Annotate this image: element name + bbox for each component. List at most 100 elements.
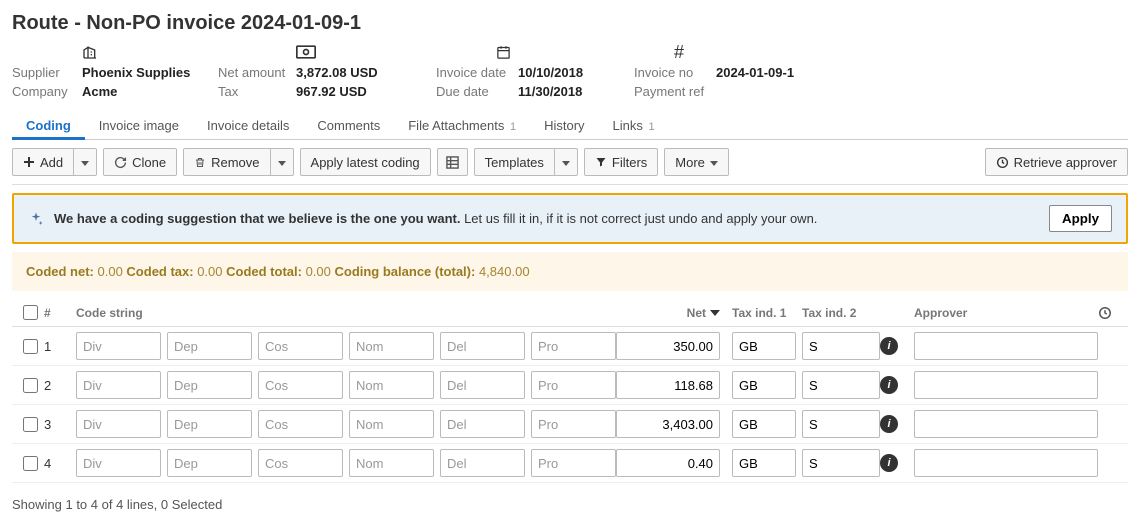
col-taxind1-header[interactable]: Tax ind. 1 xyxy=(726,306,796,320)
taxind2-input[interactable] xyxy=(802,332,880,360)
code-del-input[interactable] xyxy=(440,449,525,477)
code-dep-input[interactable] xyxy=(167,410,252,438)
tab-history[interactable]: History xyxy=(530,111,598,139)
code-nom-input[interactable] xyxy=(349,371,434,399)
company-label: Company xyxy=(12,82,82,101)
code-del-input[interactable] xyxy=(440,332,525,360)
table-row: 2i xyxy=(12,366,1128,405)
supplier-label: Supplier xyxy=(12,63,82,82)
code-nom-input[interactable] xyxy=(349,449,434,477)
info-icon[interactable]: i xyxy=(880,337,898,355)
add-dropdown[interactable] xyxy=(74,148,97,176)
info-icon[interactable]: i xyxy=(880,376,898,394)
code-del-input[interactable] xyxy=(440,371,525,399)
col-clock-header[interactable] xyxy=(1098,306,1124,320)
filters-button[interactable]: Filters xyxy=(584,148,658,176)
tab-file-attachments[interactable]: File Attachments 1 xyxy=(394,111,530,139)
code-pro-input[interactable] xyxy=(531,371,616,399)
col-net-header[interactable]: Net xyxy=(616,306,726,320)
row-number: 1 xyxy=(44,339,70,354)
tab-invoice-details[interactable]: Invoice details xyxy=(193,111,303,139)
col-num-header[interactable]: # xyxy=(44,306,70,320)
code-pro-input[interactable] xyxy=(531,410,616,438)
money-icon xyxy=(218,41,436,63)
code-dep-input[interactable] xyxy=(167,332,252,360)
code-div-input[interactable] xyxy=(76,332,161,360)
approver-input[interactable] xyxy=(914,371,1098,399)
code-pro-input[interactable] xyxy=(531,449,616,477)
row-checkbox[interactable] xyxy=(23,339,38,354)
taxind1-input[interactable] xyxy=(732,371,796,399)
code-cos-input[interactable] xyxy=(258,371,343,399)
net-input[interactable] xyxy=(616,449,720,477)
code-del-input[interactable] xyxy=(440,410,525,438)
info-icon[interactable]: i xyxy=(880,415,898,433)
remove-button[interactable]: Remove xyxy=(183,148,270,176)
tax-label: Tax xyxy=(218,82,296,101)
info-icon[interactable]: i xyxy=(880,454,898,472)
tab-links[interactable]: Links 1 xyxy=(599,111,669,139)
company-value: Acme xyxy=(82,82,117,101)
taxind2-input[interactable] xyxy=(802,410,880,438)
apply-latest-coding-button[interactable]: Apply latest coding xyxy=(300,148,431,176)
invoiceno-label: Invoice no xyxy=(634,63,716,82)
net-input[interactable] xyxy=(616,371,720,399)
row-number: 3 xyxy=(44,417,70,432)
tab-comments[interactable]: Comments xyxy=(303,111,394,139)
clock-icon xyxy=(996,156,1009,169)
code-div-input[interactable] xyxy=(76,449,161,477)
code-nom-input[interactable] xyxy=(349,332,434,360)
more-button[interactable]: More xyxy=(664,148,729,176)
remove-dropdown[interactable] xyxy=(271,148,294,176)
retrieve-approver-button[interactable]: Retrieve approver xyxy=(985,148,1128,176)
code-cos-input[interactable] xyxy=(258,332,343,360)
templates-button[interactable]: Templates xyxy=(474,148,555,176)
taxind2-input[interactable] xyxy=(802,371,880,399)
approver-input[interactable] xyxy=(914,449,1098,477)
table-row: 4i xyxy=(12,444,1128,483)
col-taxind2-header[interactable]: Tax ind. 2 xyxy=(796,306,880,320)
chevron-down-icon xyxy=(562,155,570,170)
taxind1-input[interactable] xyxy=(732,449,796,477)
row-checkbox[interactable] xyxy=(23,378,38,393)
footer-status: Showing 1 to 4 of 4 lines, 0 Selected xyxy=(12,497,1128,512)
code-div-input[interactable] xyxy=(76,410,161,438)
code-pro-input[interactable] xyxy=(531,332,616,360)
approver-input[interactable] xyxy=(914,332,1098,360)
net-input[interactable] xyxy=(616,332,720,360)
grid-header-row: # Code string Net Tax ind. 1 Tax ind. 2 … xyxy=(12,299,1128,327)
netamount-value: 3,872.08 USD xyxy=(296,63,378,82)
taxind1-input[interactable] xyxy=(732,410,796,438)
apply-suggestion-button[interactable]: Apply xyxy=(1049,205,1112,232)
tab-invoice-image[interactable]: Invoice image xyxy=(85,111,193,139)
suggestion-banner: We have a coding suggestion that we beli… xyxy=(12,193,1128,244)
taxind1-input[interactable] xyxy=(732,332,796,360)
taxind2-input[interactable] xyxy=(802,449,880,477)
code-cos-input[interactable] xyxy=(258,449,343,477)
code-cos-input[interactable] xyxy=(258,410,343,438)
code-dep-input[interactable] xyxy=(167,449,252,477)
grid-view-button[interactable] xyxy=(437,148,468,176)
clone-button[interactable]: Clone xyxy=(103,148,177,176)
plus-icon xyxy=(23,156,35,168)
add-button[interactable]: Add xyxy=(12,148,74,176)
code-dep-input[interactable] xyxy=(167,371,252,399)
code-div-input[interactable] xyxy=(76,371,161,399)
suggestion-message: We have a coding suggestion that we beli… xyxy=(54,211,1039,226)
invoiceno-value: 2024-01-09-1 xyxy=(716,63,794,82)
col-approver-header[interactable]: Approver xyxy=(908,306,1098,320)
tab-bar: Coding Invoice image Invoice details Com… xyxy=(12,111,1128,140)
select-all-checkbox[interactable] xyxy=(23,305,38,320)
col-codestring-header[interactable]: Code string xyxy=(70,306,616,320)
templates-dropdown[interactable] xyxy=(555,148,578,176)
row-checkbox[interactable] xyxy=(23,456,38,471)
paymentref-label: Payment ref xyxy=(634,82,716,101)
approver-input[interactable] xyxy=(914,410,1098,438)
netamount-label: Net amount xyxy=(218,63,296,82)
net-input[interactable] xyxy=(616,410,720,438)
company-icon xyxy=(12,41,218,63)
tab-coding[interactable]: Coding xyxy=(12,111,85,139)
row-checkbox[interactable] xyxy=(23,417,38,432)
code-nom-input[interactable] xyxy=(349,410,434,438)
duedate-value: 11/30/2018 xyxy=(518,82,582,101)
